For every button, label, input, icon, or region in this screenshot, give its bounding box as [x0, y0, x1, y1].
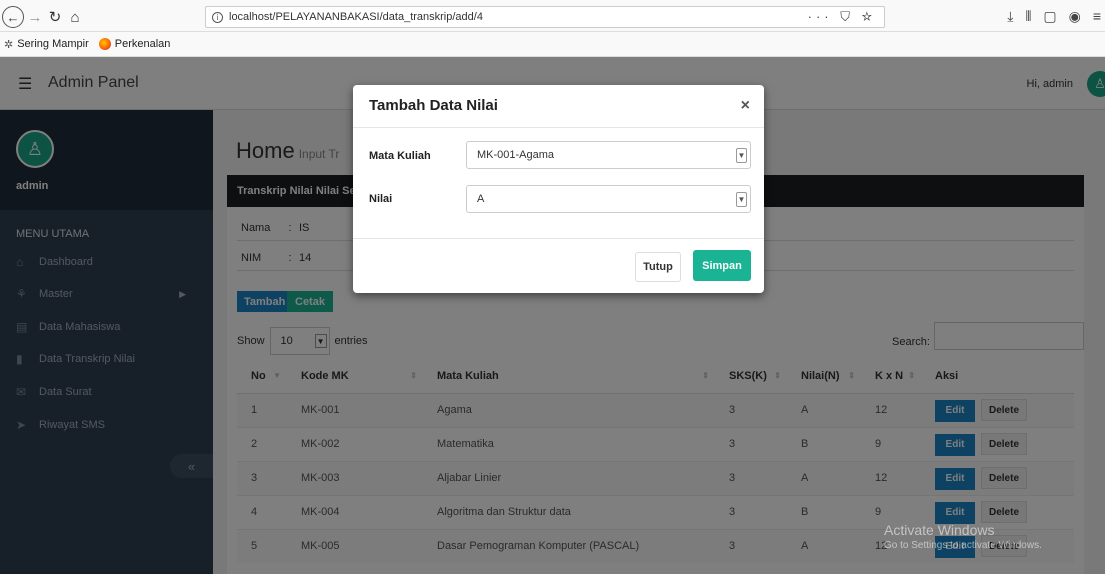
menu-icon[interactable]: ≡ — [1093, 8, 1101, 25]
back-button[interactable]: ← — [2, 6, 24, 28]
chevron-down-icon: ▼ — [736, 148, 747, 163]
download-icon[interactable]: ⤓ — [1007, 8, 1013, 25]
home-button[interactable]: ⌂ — [66, 6, 84, 28]
modal-divider — [353, 238, 764, 239]
toolbar-icons: ⤓ ⫴ ▢ ◉ ≡ — [1007, 8, 1101, 25]
url-text: localhost/PELAYANANBAKASI/data_transkrip… — [229, 11, 483, 23]
account-icon[interactable]: ◉ — [1069, 8, 1081, 25]
bookmark-sering-mampir[interactable]: ✲ Sering Mampir — [4, 38, 89, 51]
mata-kuliah-label: Mata Kuliah — [369, 150, 431, 162]
close-icon[interactable]: × — [741, 97, 750, 115]
arrow-left-icon: ← — [6, 9, 20, 25]
gear-icon: ✲ — [4, 38, 14, 51]
url-bar[interactable]: i localhost/PELAYANANBAKASI/data_transkr… — [205, 6, 885, 28]
nilai-select[interactable]: A ▼ — [466, 185, 751, 213]
tambah-data-nilai-modal: Tambah Data Nilai × Mata Kuliah MK-001-A… — [353, 85, 764, 293]
library-icon[interactable]: ⫴ — [1025, 8, 1031, 25]
firefox-icon — [98, 38, 111, 50]
page-actions-icons[interactable]: ··· ⛉ ☆ — [808, 9, 876, 25]
sidebar-icon[interactable]: ▢ — [1043, 8, 1056, 25]
activate-windows-watermark: Activate Windows Go to Settings to activ… — [884, 522, 1042, 552]
info-icon[interactable]: i — [212, 11, 223, 23]
tutup-button[interactable]: Tutup — [635, 252, 681, 282]
chevron-down-icon: ▼ — [736, 192, 747, 207]
forward-button[interactable]: → — [26, 6, 44, 28]
arrow-right-icon: → — [27, 8, 43, 26]
nilai-label: Nilai — [369, 193, 393, 205]
home-icon: ⌂ — [70, 8, 80, 26]
browser-toolbar: ← → ↻ ⌂ i localhost/PELAYANANBAKASI/data… — [0, 0, 1105, 32]
mata-kuliah-select[interactable]: MK-001-Agama ▼ — [466, 141, 751, 169]
bookmarks-bar: ✲ Sering Mampir Perkenalan — [0, 32, 1105, 57]
modal-divider — [353, 127, 764, 128]
reload-button[interactable]: ↻ — [46, 6, 64, 28]
simpan-button[interactable]: Simpan — [693, 250, 751, 281]
modal-title: Tambah Data Nilai — [369, 97, 498, 114]
reload-icon: ↻ — [48, 9, 62, 26]
bookmark-perkenalan[interactable]: Perkenalan — [98, 38, 170, 50]
